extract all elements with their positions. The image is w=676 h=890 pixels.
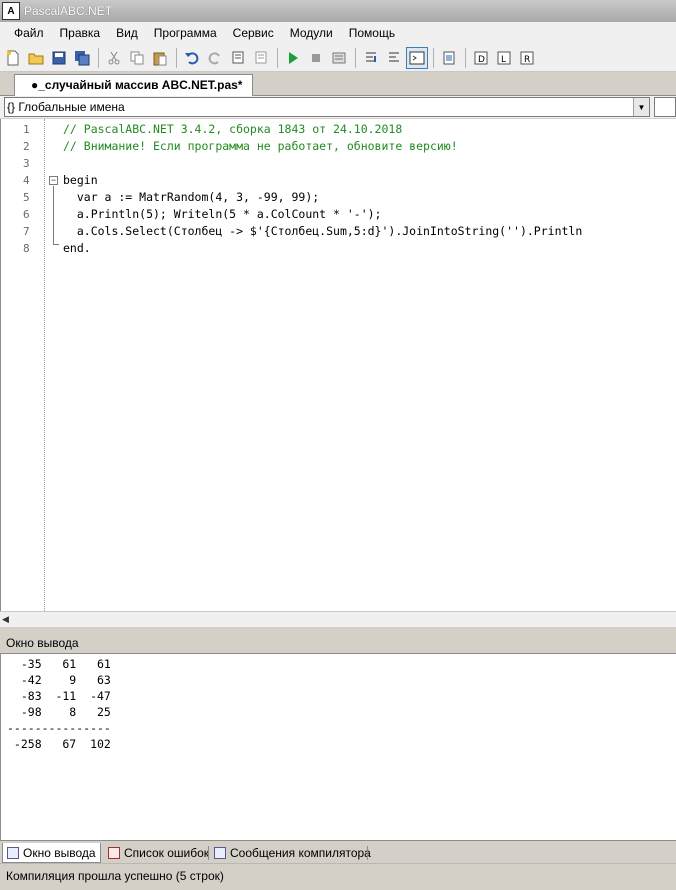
code-line-2: // Внимание! Если программа не работает,… bbox=[63, 139, 458, 153]
svg-text:L: L bbox=[501, 55, 506, 65]
tab-output-window-label: Окно вывода bbox=[23, 845, 96, 860]
fold-guide bbox=[53, 186, 54, 244]
output-line: -42 9 63 bbox=[7, 673, 111, 687]
fold-toggle-icon[interactable]: − bbox=[49, 176, 58, 185]
globals-combo[interactable]: {} Глобальные имена ▼ bbox=[4, 97, 650, 117]
document-tab[interactable]: ●_случайный массив ABC.NET.pas* bbox=[14, 74, 254, 97]
replace-icon[interactable] bbox=[250, 47, 272, 69]
chevron-down-icon[interactable]: ▼ bbox=[633, 98, 649, 116]
line-number: 8 bbox=[23, 242, 30, 255]
toolbar: D L R bbox=[0, 44, 676, 72]
save-icon[interactable] bbox=[48, 47, 70, 69]
status-bar: Компиляция прошла успешно (5 строк) bbox=[0, 863, 676, 890]
line-number: 1 bbox=[23, 123, 30, 136]
code-line-7: a.Cols.Select(Столбец -> $'{Столбец.Sum,… bbox=[63, 224, 583, 238]
toolbar-separator bbox=[277, 47, 278, 68]
undo-icon[interactable] bbox=[181, 47, 203, 69]
code-line-4: begin bbox=[63, 173, 98, 187]
line-number: 2 bbox=[23, 140, 30, 153]
output-line: --------------- bbox=[7, 721, 111, 735]
output-line: -258 67 102 bbox=[7, 737, 111, 751]
menu-bar: Файл Правка Вид Программа Сервис Модули … bbox=[0, 22, 676, 44]
console-icon[interactable] bbox=[406, 46, 428, 69]
paste-icon[interactable] bbox=[149, 47, 171, 69]
line-number-gutter: 1 2 3 4 5 6 7 8 bbox=[1, 119, 45, 611]
line-number: 4 bbox=[23, 174, 30, 187]
tab-separator bbox=[367, 846, 368, 860]
toolbar-separator bbox=[98, 47, 99, 68]
tab-separator bbox=[208, 846, 209, 860]
code-line-1: // PascalABC.NET 3.4.2, сборка 1843 от 2… bbox=[63, 122, 403, 136]
copy-icon[interactable] bbox=[126, 47, 148, 69]
watch-icon[interactable] bbox=[438, 47, 460, 69]
fold-guide-end bbox=[53, 244, 59, 245]
code-line-6: a.Println(5); Writeln(5 * a.ColCount * '… bbox=[63, 207, 382, 221]
output-pane-header: Окно вывода bbox=[0, 632, 676, 654]
menu-file[interactable]: Файл bbox=[6, 22, 52, 44]
code-line-5: var a := MatrRandom(4, 3, -99, 99); bbox=[63, 190, 320, 204]
menu-edit[interactable]: Правка bbox=[52, 22, 109, 44]
globals-combo-row: {} Глобальные имена ▼ bbox=[0, 96, 676, 118]
stop-icon[interactable] bbox=[305, 47, 327, 69]
output-line: -83 -11 -47 bbox=[7, 689, 111, 703]
error-list-icon bbox=[108, 847, 120, 859]
output-line: -98 8 25 bbox=[7, 705, 111, 719]
toolbar-separator bbox=[355, 47, 356, 68]
refresh-icon[interactable]: R bbox=[516, 47, 538, 69]
format-code-icon[interactable]: L bbox=[493, 47, 515, 69]
tab-separator bbox=[100, 846, 101, 860]
line-number: 3 bbox=[23, 157, 30, 170]
document-tab-strip: ●_случайный массив ABC.NET.pas* bbox=[0, 72, 676, 97]
find-icon[interactable] bbox=[227, 47, 249, 69]
toolbar-separator bbox=[465, 47, 466, 68]
svg-text:R: R bbox=[524, 55, 530, 65]
debug-icon[interactable] bbox=[328, 47, 350, 69]
line-number: 6 bbox=[23, 208, 30, 221]
window-title: PascalABC.NET bbox=[24, 4, 113, 18]
output-line: -35 61 61 bbox=[7, 657, 111, 671]
redo-icon[interactable] bbox=[204, 47, 226, 69]
menu-service[interactable]: Сервис bbox=[225, 22, 282, 44]
toolbar-separator bbox=[176, 47, 177, 68]
svg-text:D: D bbox=[478, 55, 485, 65]
output-pane[interactable]: -35 61 61 -42 9 63 -83 -11 -47 -98 8 25 … bbox=[0, 654, 676, 840]
step-over-icon[interactable] bbox=[383, 47, 405, 69]
code-line-8: end. bbox=[63, 241, 91, 255]
editor-horizontal-scrollbar[interactable]: ◀ bbox=[0, 611, 676, 627]
line-number: 7 bbox=[23, 225, 30, 238]
menu-help[interactable]: Помощь bbox=[341, 22, 403, 44]
step-into-icon[interactable] bbox=[360, 47, 382, 69]
tab-output-window[interactable]: Окно вывода bbox=[2, 843, 101, 863]
save-all-icon[interactable] bbox=[71, 47, 93, 69]
code-editor[interactable]: 1 2 3 4 5 6 7 8 − // PascalABC.NET 3.4.2… bbox=[0, 119, 676, 611]
menu-modules[interactable]: Модули bbox=[282, 22, 341, 44]
members-combo[interactable] bbox=[654, 97, 676, 117]
new-file-icon[interactable] bbox=[2, 47, 24, 69]
tab-error-list[interactable]: Список ошибок bbox=[104, 843, 213, 863]
toolbar-separator bbox=[433, 47, 434, 68]
tab-compiler-messages-label: Сообщения компилятора bbox=[230, 846, 371, 860]
tab-error-list-label: Список ошибок bbox=[124, 846, 210, 860]
cut-icon[interactable] bbox=[103, 47, 125, 69]
title-bar: A PascalABC.NET bbox=[0, 0, 676, 22]
globals-combo-value: {} Глобальные имена bbox=[7, 100, 125, 114]
line-number: 5 bbox=[23, 191, 30, 204]
menu-program[interactable]: Программа bbox=[146, 22, 225, 44]
abc-logo-icon[interactable]: A bbox=[2, 2, 20, 20]
format-icon[interactable]: D bbox=[470, 47, 492, 69]
open-folder-icon[interactable] bbox=[25, 47, 47, 69]
output-window-icon bbox=[7, 846, 19, 859]
scroll-left-icon[interactable]: ◀ bbox=[2, 614, 16, 626]
run-icon[interactable] bbox=[282, 47, 304, 69]
bottom-tab-strip: Окно вывода Список ошибок Сообщения комп… bbox=[0, 840, 676, 863]
tab-compiler-messages[interactable]: Сообщения компилятора bbox=[210, 843, 375, 863]
menu-view[interactable]: Вид bbox=[108, 22, 146, 44]
compiler-messages-icon bbox=[214, 847, 226, 859]
